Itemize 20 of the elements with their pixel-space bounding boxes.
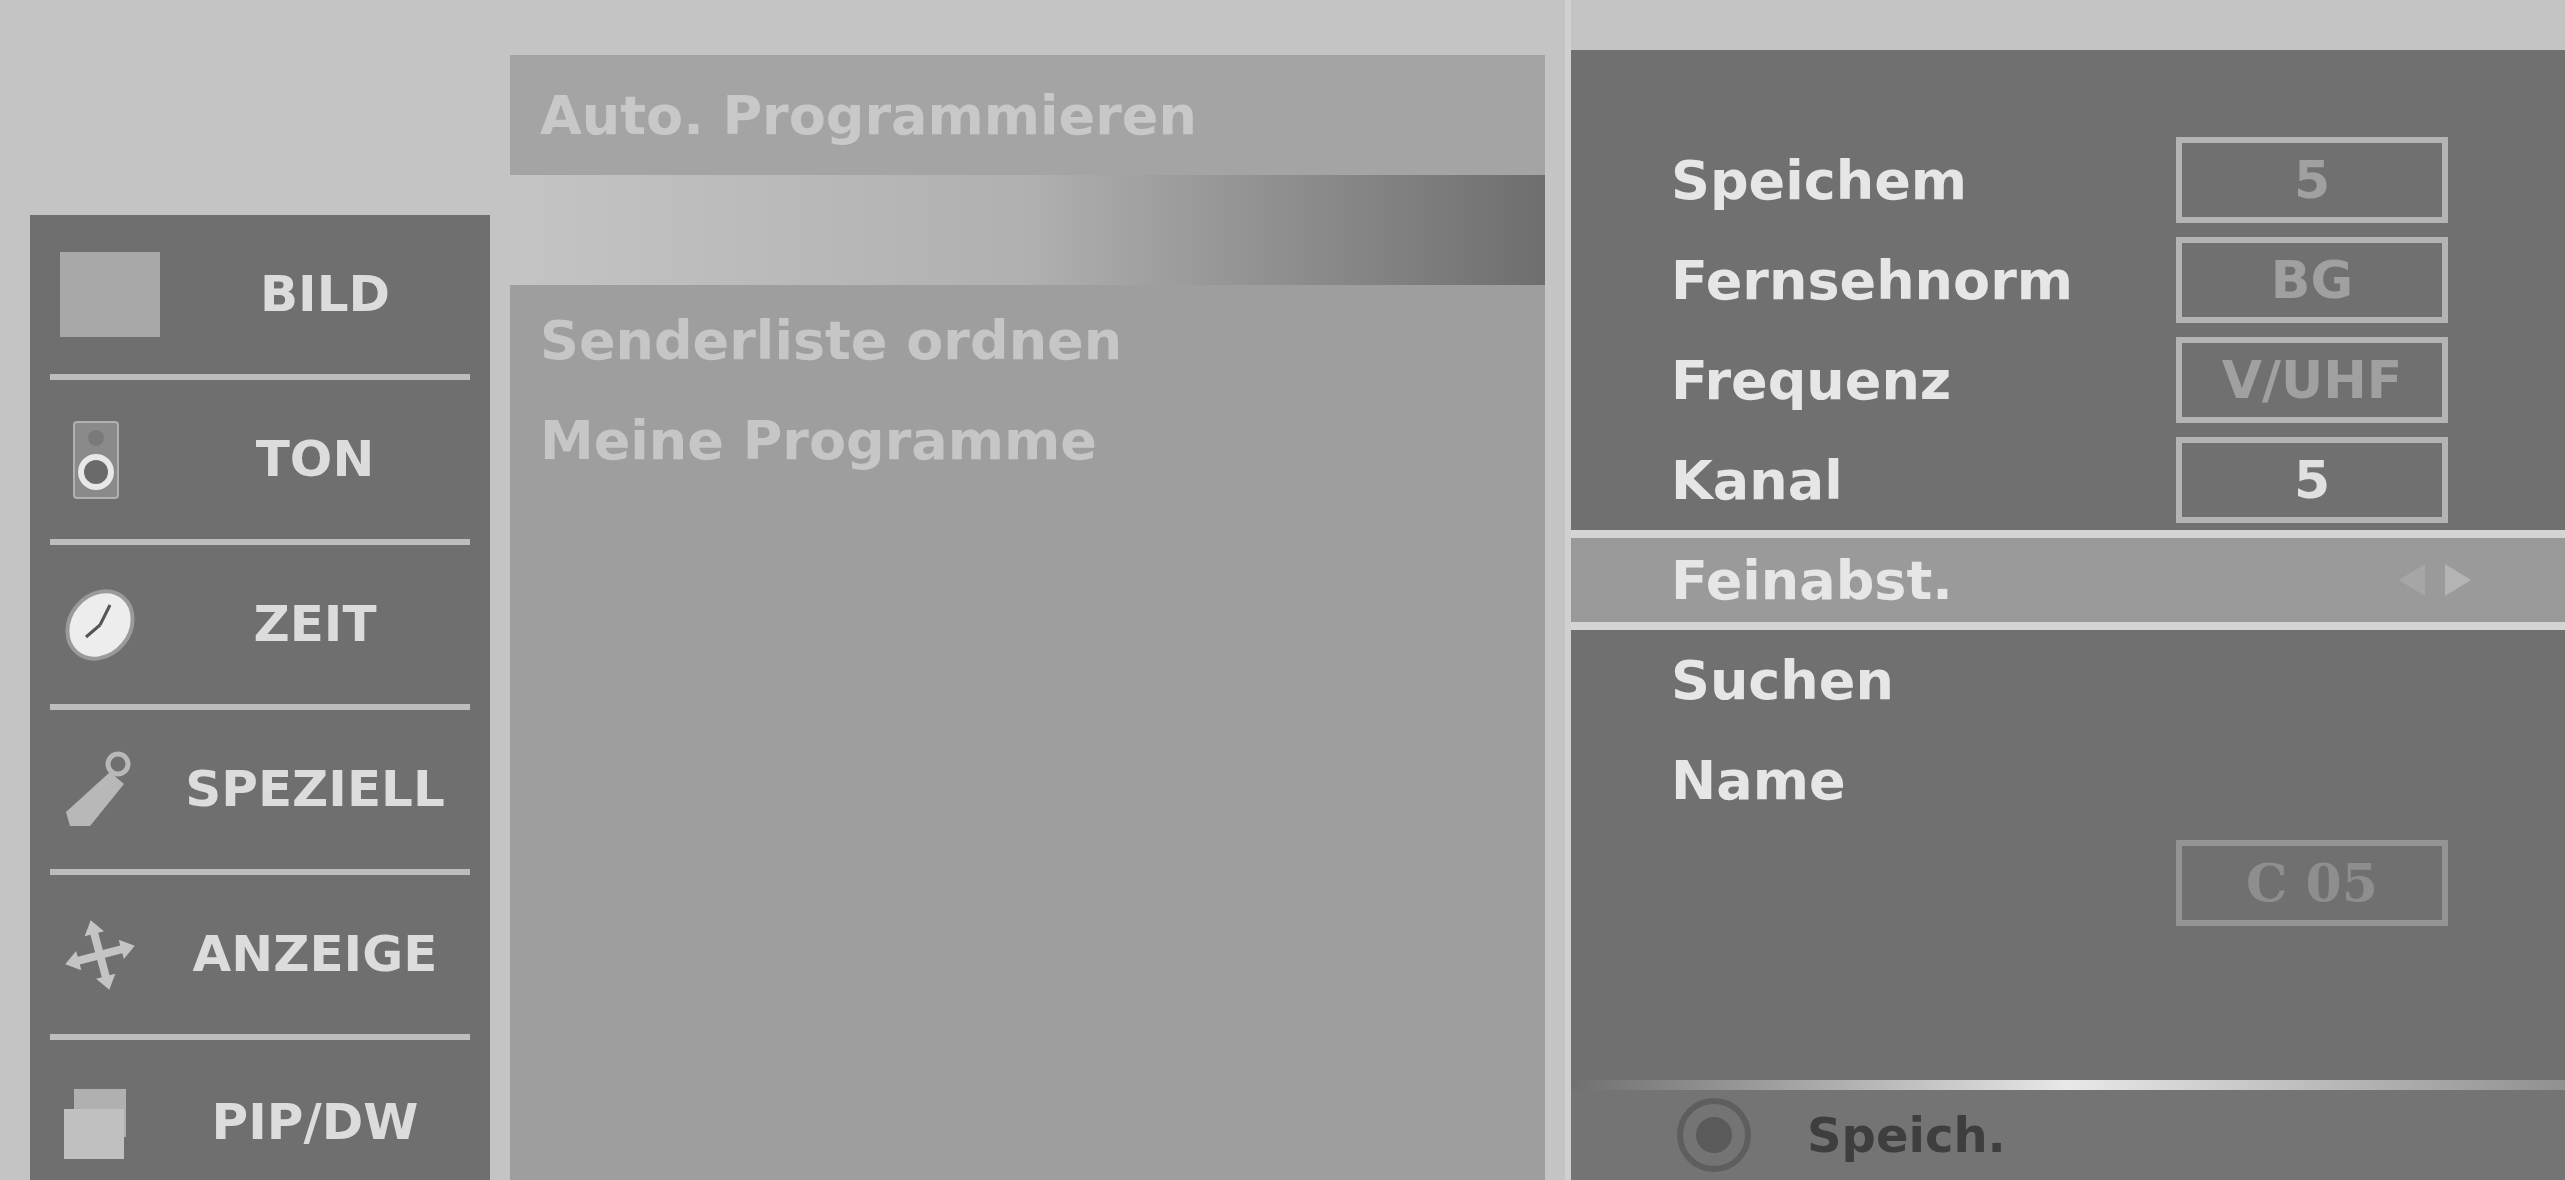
setting-label: Kanal	[1671, 447, 1844, 514]
setting-label: Feinabst.	[1671, 547, 1954, 614]
setting-label: Frequenz	[1671, 347, 1953, 414]
menu-label[interactable]: SPEZIELL	[170, 752, 460, 827]
menu-label[interactable]: ANZEIGE	[170, 917, 460, 992]
menu-label[interactable]: BILD	[190, 257, 460, 332]
setting-value-box: 5	[2176, 437, 2448, 523]
square-icon	[60, 252, 160, 337]
setting-row[interactable]: Suchen	[1571, 630, 2565, 730]
setting-row[interactable]: Feinabst.	[1571, 530, 2565, 630]
menu-label[interactable]: PIP/DW	[170, 1085, 460, 1160]
setting-label: Speichem	[1671, 147, 1969, 214]
setting-label: Fernsehnorm	[1671, 247, 2075, 314]
setting-row[interactable]: Name	[1571, 730, 2565, 830]
setting-label: Suchen	[1671, 647, 1895, 714]
setting-label: Name	[1671, 747, 1847, 814]
menu-label[interactable]: ZEIT	[170, 587, 460, 662]
menu-label[interactable]: TON	[170, 422, 460, 497]
setting-row[interactable]: Kanal 5	[1571, 430, 2565, 530]
record-button-icon	[1676, 1097, 1752, 1173]
